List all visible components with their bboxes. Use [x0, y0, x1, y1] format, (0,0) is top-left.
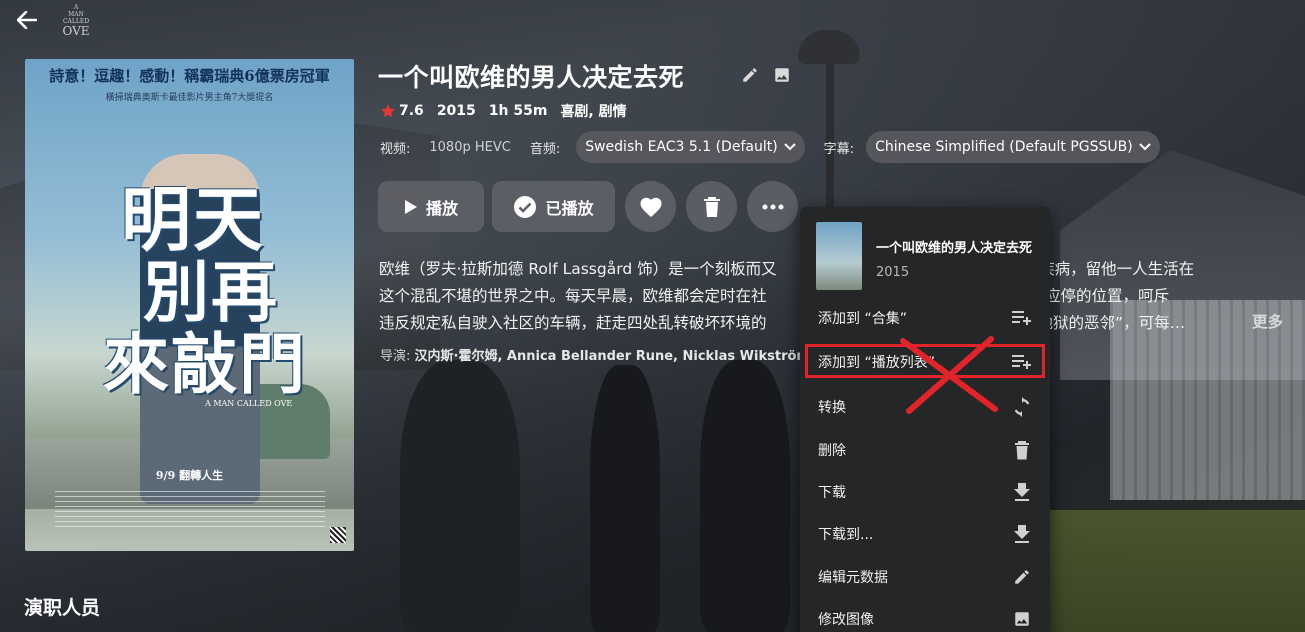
community-rating: 7.6	[380, 103, 424, 119]
overview-text: 这个混乱不堪的世界之中。每天早晨，欧维都会定时在社	[379, 287, 767, 305]
pencil-icon	[1010, 565, 1034, 589]
poster-release-date: 9/9 翻轉人生	[155, 469, 224, 482]
trash-icon	[1010, 438, 1034, 462]
sync-icon	[1010, 395, 1034, 419]
movie-poster[interactable]: 詩意！逗趣！感動！稱霸瑞典6億票房冠軍 橫掃瑞典奧斯卡最佳影片男主角7大獎提名 …	[25, 59, 354, 551]
menu-year: 2015	[876, 265, 910, 280]
year: 2015	[436, 103, 476, 119]
menu-title: 一个叫欧维的男人决定去死	[876, 241, 1033, 256]
runtime: 1h 55m	[488, 103, 548, 119]
audio-value: Swedish EAC3 5.1 (Default)	[585, 139, 778, 155]
menu-item-label: 编辑元数据	[818, 570, 888, 586]
more-horizontal-icon	[762, 204, 783, 209]
cast-section-title: 演职人员	[24, 597, 101, 619]
title-actions	[741, 66, 791, 84]
menu-item-add-to-collection[interactable]: 添加到 “合集”	[800, 297, 1050, 339]
menu-item-delete[interactable]: 删除	[800, 429, 1050, 471]
back-button[interactable]	[12, 8, 42, 32]
audio-label: 音频:	[529, 141, 561, 157]
menu-item-label: 删除	[818, 443, 846, 459]
playlist-add-icon	[1010, 306, 1034, 330]
rating-value: 7.6	[399, 103, 424, 119]
poster-credits	[55, 491, 325, 529]
favorite-button[interactable]	[625, 181, 676, 232]
media-streams: 视频: 1080p HEVC 音频: Swedish EAC3 5.1 (Def…	[380, 130, 1160, 164]
poster-calligraphy: 來敲門	[103, 325, 307, 403]
trash-icon	[703, 196, 720, 217]
poster-qr-code	[330, 527, 346, 543]
subtitle-value: Chinese Simplified (Default PGSSUB)	[875, 139, 1133, 155]
menu-item-label: 添加到 “合集”	[818, 311, 907, 327]
arrow-left-icon	[17, 11, 37, 29]
video-value: 1080p HEVC	[429, 139, 511, 155]
download-icon	[1010, 522, 1034, 546]
audio-select[interactable]: Swedish EAC3 5.1 (Default)	[576, 131, 805, 163]
heart-icon	[640, 197, 661, 217]
pencil-icon[interactable]	[741, 66, 759, 84]
star-icon	[381, 104, 395, 118]
play-button[interactable]: 播放	[378, 181, 484, 232]
menu-item-label: 下载	[818, 485, 846, 501]
backdrop-figure	[700, 360, 790, 632]
menu-item-label: 修改图像	[818, 612, 874, 628]
backdrop-figure	[400, 360, 520, 632]
menu-item-label: 下载到...	[818, 527, 874, 543]
poster-header: 詩意！逗趣！感動！稱霸瑞典6億票房冠軍 橫掃瑞典奧斯卡最佳影片男主角7大獎提名	[25, 59, 354, 103]
image-icon[interactable]	[773, 66, 791, 84]
overview-text: 违反规定私自驶入社区的车辆，赶走四处乱转破坏环境的	[379, 314, 767, 332]
menu-item-label: 转换	[818, 400, 846, 416]
delete-button[interactable]	[686, 181, 737, 232]
movie-meta: 7.6 2015 1h 55m 喜剧, 剧情	[380, 101, 627, 121]
subtitle-label: 字幕:	[823, 141, 855, 157]
director-row: 导演: 汉内斯·霍尔姆, Annica Bellander Rune, Nick…	[380, 345, 830, 364]
poster-headline: 詩意！逗趣！感動！稱霸瑞典6億票房冠軍	[49, 67, 330, 85]
backdrop-figure	[590, 365, 660, 632]
movie-title: 一个叫欧维的男人决定去死	[378, 63, 685, 92]
logo-line: OVE	[62, 24, 90, 38]
played-button[interactable]: 已播放	[492, 181, 615, 232]
genres[interactable]: 喜剧, 剧情	[560, 101, 626, 121]
play-label: 播放	[425, 198, 458, 218]
menu-item-download-to[interactable]: 下载到...	[800, 513, 1050, 555]
menu-item-download[interactable]: 下载	[800, 471, 1050, 513]
director-label: 导演:	[380, 349, 411, 364]
poster-subline: 橫掃瑞典奧斯卡最佳影片男主角7大獎提名	[105, 93, 274, 103]
download-icon	[1010, 480, 1034, 504]
play-icon	[404, 199, 417, 214]
logo-line: MAN	[68, 11, 84, 18]
image-icon	[1010, 607, 1034, 631]
menu-item-label: 添加到 “播放列表”	[818, 355, 935, 371]
played-label: 已播放	[545, 198, 594, 218]
more-link[interactable]: 更多	[1252, 310, 1283, 332]
chevron-down-icon	[783, 143, 796, 151]
subtitle-select[interactable]: Chinese Simplified (Default PGSSUB)	[866, 131, 1160, 163]
video-label: 视频:	[380, 141, 411, 157]
library-logo[interactable]: A MAN CALLED OVE	[62, 4, 90, 37]
logo-line: A	[73, 4, 79, 11]
overview-text: 欧维（罗夫·拉斯加德 Rolf Lassgård 饰）是一个刻板而又	[379, 260, 777, 278]
poster-english-title: A MAN CALLED OVE	[205, 399, 293, 408]
menu-item-edit-images[interactable]: 修改图像	[800, 598, 1050, 632]
check-circle-icon	[514, 195, 537, 218]
chevron-down-icon	[1139, 143, 1151, 151]
more-button[interactable]	[747, 181, 798, 232]
menu-item-edit-metadata[interactable]: 编辑元数据	[800, 556, 1050, 598]
context-menu: 一个叫欧维的男人决定去死 2015 添加到 “合集” 添加到 “播放列表” 转换…	[800, 207, 1050, 632]
menu-item-convert[interactable]: 转换	[800, 386, 1050, 428]
backdrop-grass	[1040, 510, 1305, 632]
playlist-add-icon	[1010, 350, 1034, 374]
director-value[interactable]: 汉内斯·霍尔姆, Annica Bellander Rune, Nicklas …	[415, 349, 830, 364]
menu-thumbnail	[816, 222, 862, 290]
menu-item-add-to-playlist[interactable]: 添加到 “播放列表”	[800, 341, 1050, 383]
menu-header: 一个叫欧维的男人决定去死 2015	[816, 222, 1032, 290]
